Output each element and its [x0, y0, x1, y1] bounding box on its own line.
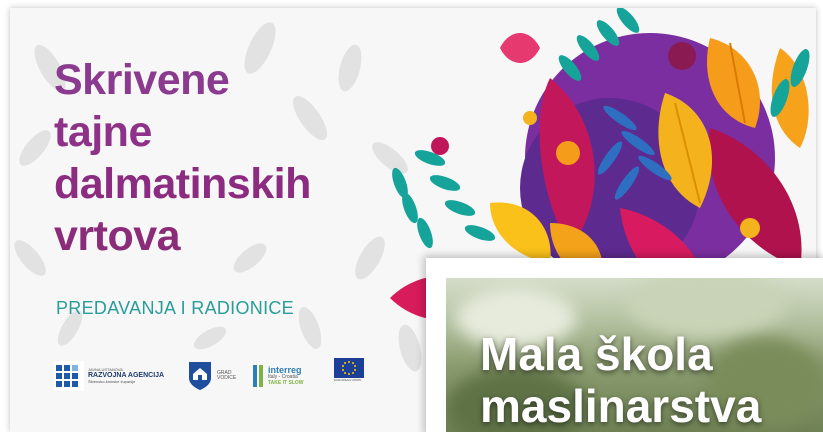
interreg-slogan: TAKE IT SLOW	[268, 379, 304, 386]
eu-flag-icon	[334, 358, 364, 378]
agency-county: Šibensko-kninske županije	[88, 378, 136, 384]
partner-logos: JAVNA USTANOVA RAZVOJNA AGENCIJA Šibensk…	[54, 358, 374, 394]
photo-title-line: maslinarstva	[480, 380, 762, 432]
interreg-logo: interreg Italy - Croatia TAKE IT SLOW	[252, 358, 303, 394]
city-logo: GRAD VODICE	[187, 358, 236, 394]
photo-title: Mala škola maslinarstva	[480, 328, 761, 432]
photo-title-line: Mala škola	[480, 328, 713, 380]
agency-logo-icon	[54, 361, 84, 391]
agency-logo: JAVNA USTANOVA RAZVOJNA AGENCIJA Šibensk…	[54, 358, 164, 394]
screenshot-stage: Skrivene tajne dalmatinskih vrtova PREDA…	[0, 0, 823, 432]
poster-title-line: vrtova	[54, 212, 181, 260]
city-name: VODICE	[217, 375, 237, 381]
eu-label: EUROPEAN UNION	[334, 378, 362, 382]
eu-logo: EUROPEAN UNION	[334, 358, 364, 394]
poster-title-line: tajne	[54, 108, 152, 156]
overlay-card[interactable]: Mala škola maslinarstva	[426, 258, 823, 432]
poster-title-line: Skrivene	[54, 56, 230, 104]
poster-subtitle: PREDAVANJA I RADIONICE	[56, 298, 294, 318]
city-crest-icon	[189, 362, 211, 390]
interreg-logo-icon	[253, 365, 263, 387]
poster-title-line: dalmatinskih	[54, 160, 311, 208]
poster-title: Skrivene tajne dalmatinskih vrtova	[54, 54, 311, 262]
